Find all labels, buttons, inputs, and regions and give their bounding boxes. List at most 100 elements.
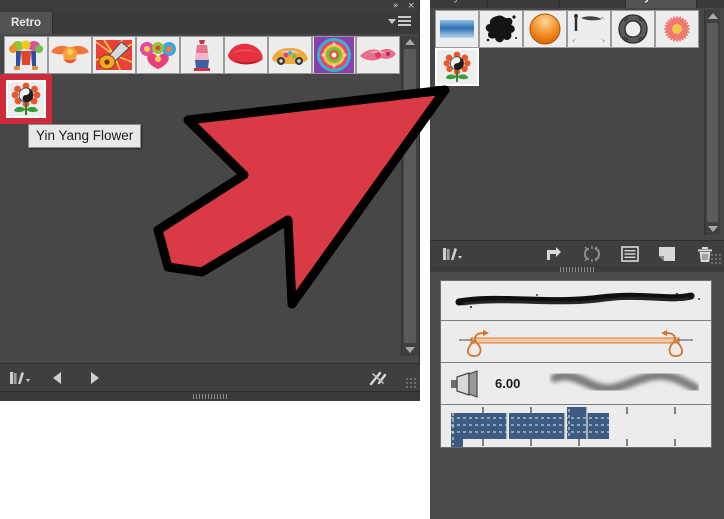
default-pink-daisy-icon <box>664 16 690 42</box>
default-ink-splat-icon <box>485 15 517 43</box>
brush-charcoal-rough-stroke[interactable] <box>441 281 711 321</box>
symbol-retro-red-lips[interactable] <box>224 36 268 74</box>
library-icon <box>10 372 30 384</box>
hamburger-icon <box>398 16 411 26</box>
symbol-retro-flower-burst[interactable] <box>136 36 180 74</box>
symbol-default-orange-sphere[interactable] <box>523 10 567 48</box>
tab-retro[interactable]: Retro <box>0 12 54 34</box>
left-panel-drag-bar[interactable] <box>0 391 420 401</box>
retro-pink-swirl-icon <box>360 48 396 61</box>
svg-text:↖: ↖ <box>601 16 605 22</box>
tabstrip-filler <box>696 0 724 8</box>
scroll-down-icon[interactable] <box>405 347 415 353</box>
symbol-retro-butterfly-figures[interactable] <box>4 36 48 74</box>
symbol-default-scroll-pattern[interactable]: ↖ ↙ ↘ <box>567 10 611 48</box>
symbol-default-pink-daisy[interactable] <box>655 10 699 48</box>
break-link-to-symbol-button[interactable] <box>358 364 398 392</box>
symbols-grid: ↖ ↙ ↘ <box>435 10 707 235</box>
symbols-panel-scrollbar[interactable] <box>704 10 720 235</box>
left-panel-footer <box>0 363 420 392</box>
left-triangle-icon <box>53 372 61 384</box>
resize-grip[interactable] <box>710 253 722 265</box>
tab-artboards[interactable]: Artboards <box>487 0 561 8</box>
default-blue-gradient-icon <box>440 20 474 38</box>
place-arrow-icon <box>547 247 562 260</box>
default-orange-sphere-icon <box>529 13 561 45</box>
svg-text:↙: ↙ <box>572 38 576 44</box>
symbol-row <box>4 36 400 74</box>
brush-soft-blur-wave-stroke[interactable]: 6.00 <box>441 363 711 405</box>
brush-size-label: 6.00 <box>495 376 521 391</box>
new-symbol-button[interactable] <box>649 241 687 267</box>
left-panel-scrollbar[interactable] <box>401 36 418 356</box>
symbol-options-button[interactable] <box>611 241 649 267</box>
symbol-retro-psychedelic-circle[interactable] <box>312 36 356 74</box>
tab-symbols[interactable]: Symbols <box>625 0 697 8</box>
yin-yang-flower-icon <box>443 51 471 82</box>
soft-blur-wave-stroke-icon <box>550 370 699 394</box>
arrow-loop-stroke-icon <box>459 330 693 357</box>
break-link-icon <box>583 246 600 262</box>
default-dark-ring-icon <box>618 14 648 44</box>
tab-symbols-label: Symbols <box>637 0 685 3</box>
symbols-panel: Layers Artboards Brushes Symbols » <box>430 0 724 272</box>
symbol-retro-car[interactable] <box>268 36 312 74</box>
symbol-tooltip: Yin Yang Flower <box>28 124 142 148</box>
retro-lava-lamp-icon <box>194 40 210 71</box>
svg-text:↘: ↘ <box>601 38 605 44</box>
scroll-up-icon[interactable] <box>707 13 718 19</box>
symbol-retro-pink-swirl[interactable] <box>356 36 400 74</box>
tab-brushes[interactable]: Brushes <box>560 0 626 8</box>
brushes-panel: 6.00 <box>430 272 724 519</box>
library-icon <box>442 248 462 260</box>
symbol-default-blue-gradient[interactable] <box>435 10 479 48</box>
previous-symbol-button[interactable] <box>40 364 76 392</box>
symbol-retro-yin-yang-flower[interactable] <box>0 74 52 124</box>
tab-layers[interactable]: Layers <box>430 0 488 8</box>
chevron-down-icon <box>388 18 396 24</box>
scroll-up-icon[interactable] <box>405 39 415 45</box>
left-panel-tabstrip: Retro <box>0 12 420 34</box>
retro-flower-burst-icon <box>140 42 176 69</box>
new-symbol-icon <box>659 247 676 261</box>
symbol-row <box>435 48 707 86</box>
symbol-default-dark-ring[interactable] <box>611 10 655 48</box>
break-link-to-symbol-button[interactable] <box>573 241 611 267</box>
tab-layers-label: Layers <box>441 0 476 3</box>
retro-guitar-icon <box>95 39 133 71</box>
options-icon <box>620 246 639 262</box>
denim-pattern-brush-icon <box>451 407 676 447</box>
brush-denim-pattern-brush[interactable] <box>441 405 711 447</box>
symbol-libraries-menu-button[interactable] <box>430 241 473 267</box>
symbol-retro-orange-wings[interactable] <box>48 36 92 74</box>
symbol-yin-yang-flower-selected[interactable] <box>435 48 479 86</box>
scroll-thumb[interactable] <box>707 23 718 222</box>
drag-grip <box>193 394 227 399</box>
close-icon[interactable]: × <box>407 1 415 11</box>
collapse-icon[interactable]: » <box>393 1 399 11</box>
scroll-down-icon[interactable] <box>707 226 718 232</box>
default-scroll-pattern-icon: ↖ ↙ ↘ <box>572 14 605 44</box>
retro-red-lips-icon <box>228 43 263 65</box>
left-panel-menu-icon[interactable] <box>388 16 411 26</box>
tab-artboards-label: Artboards <box>499 0 549 3</box>
yin-yang-flower-icon <box>11 82 41 115</box>
symbol-retro-guitar[interactable] <box>92 36 136 74</box>
resize-grip[interactable] <box>405 377 417 389</box>
symbol-libraries-menu-button[interactable] <box>0 364 40 392</box>
tab-retro-label: Retro <box>11 17 42 29</box>
symbol-retro-lava-lamp[interactable] <box>180 36 224 74</box>
brush-arrow-loop-stroke[interactable] <box>441 321 711 363</box>
charcoal-rough-stroke-icon <box>455 292 700 309</box>
break-link-icon <box>369 371 387 386</box>
retro-symbol-library-panel: » × Retro <box>0 0 420 401</box>
brushes-list: 6.00 <box>440 280 712 448</box>
symbols-panel-tabstrip: Layers Artboards Brushes Symbols <box>430 0 724 8</box>
tabstrip-filler <box>53 12 420 34</box>
screenshot-root: » × Retro Yin Yang Flower ↖ ↙ ↘ 6.00 <box>0 0 724 519</box>
scroll-thumb[interactable] <box>404 49 416 343</box>
next-symbol-button[interactable] <box>76 364 112 392</box>
place-symbol-instance-button[interactable] <box>535 241 573 267</box>
retro-butterfly-figures-icon <box>9 40 43 70</box>
symbol-default-ink-splat[interactable] <box>479 10 523 48</box>
